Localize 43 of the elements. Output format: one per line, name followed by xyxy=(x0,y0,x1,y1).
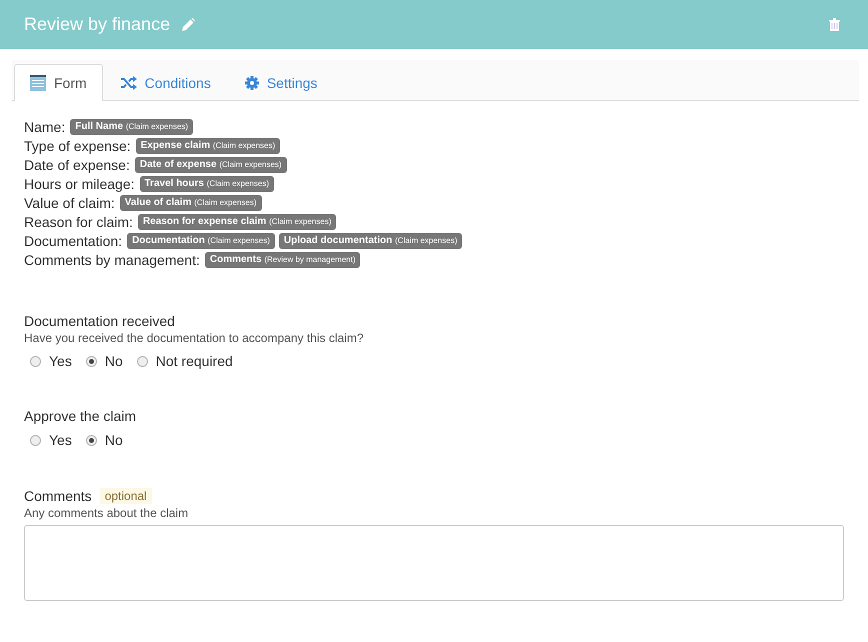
question-hint: Have you received the documentation to accompany this claim? xyxy=(24,331,365,345)
radio-button[interactable] xyxy=(86,434,97,446)
shuffle-icon xyxy=(120,76,137,90)
radio-label[interactable]: No xyxy=(104,353,123,369)
field-tag: Date of expense (Claim expenses) xyxy=(134,156,287,172)
comments-hint: Any comments about the claim xyxy=(24,506,190,520)
tab[interactable]: Settings xyxy=(228,64,334,101)
gear-icon xyxy=(244,76,259,90)
radio-label[interactable]: No xyxy=(104,432,123,448)
tab[interactable]: Conditions xyxy=(104,64,227,101)
field-tag: Travel hours (Claim expenses) xyxy=(140,176,274,192)
field-label: Documentation: xyxy=(24,232,122,248)
edit-icon[interactable] xyxy=(182,18,196,31)
optional-badge: optional xyxy=(100,488,152,504)
field-tag: Expense claim (Claim expenses) xyxy=(136,138,280,154)
tab[interactable]: Form xyxy=(14,64,103,101)
question-title: Documentation received xyxy=(24,313,176,329)
page-title: Review by finance xyxy=(24,14,170,35)
field-tag: Upload documentation (Claim expenses) xyxy=(278,232,462,248)
field-label: Value of claim: xyxy=(24,194,115,210)
field-label: Reason for claim: xyxy=(24,214,133,230)
field-label: Comments by management: xyxy=(24,252,200,268)
field-label: Type of expense: xyxy=(24,138,131,154)
trash-icon[interactable] xyxy=(829,18,840,31)
radio-button[interactable] xyxy=(30,356,41,366)
field-label: Hours or mileage: xyxy=(24,176,134,192)
radio-button[interactable] xyxy=(136,356,148,366)
radio-button[interactable] xyxy=(86,356,97,366)
comments-field[interactable] xyxy=(24,525,844,601)
comments-label: Comments xyxy=(24,488,92,504)
radio-label[interactable]: Not required xyxy=(156,353,233,369)
field-tag: Value of claim (Claim expenses) xyxy=(120,194,262,210)
radio-label[interactable]: Yes xyxy=(49,353,72,369)
field-tag: Comments (Review by management) xyxy=(204,252,360,268)
question-title: Approve the claim xyxy=(24,408,138,424)
field-label: Date of expense: xyxy=(24,156,130,172)
field-tag: Reason for expense claim (Claim expenses) xyxy=(138,214,336,230)
form-icon xyxy=(30,75,46,91)
radio-button[interactable] xyxy=(30,434,41,446)
field-label: Name: xyxy=(24,118,66,134)
radio-label[interactable]: Yes xyxy=(49,432,72,448)
field-tag: Documentation (Claim expenses) xyxy=(127,232,275,248)
field-tag: Full Name (Claim expenses) xyxy=(70,118,194,134)
